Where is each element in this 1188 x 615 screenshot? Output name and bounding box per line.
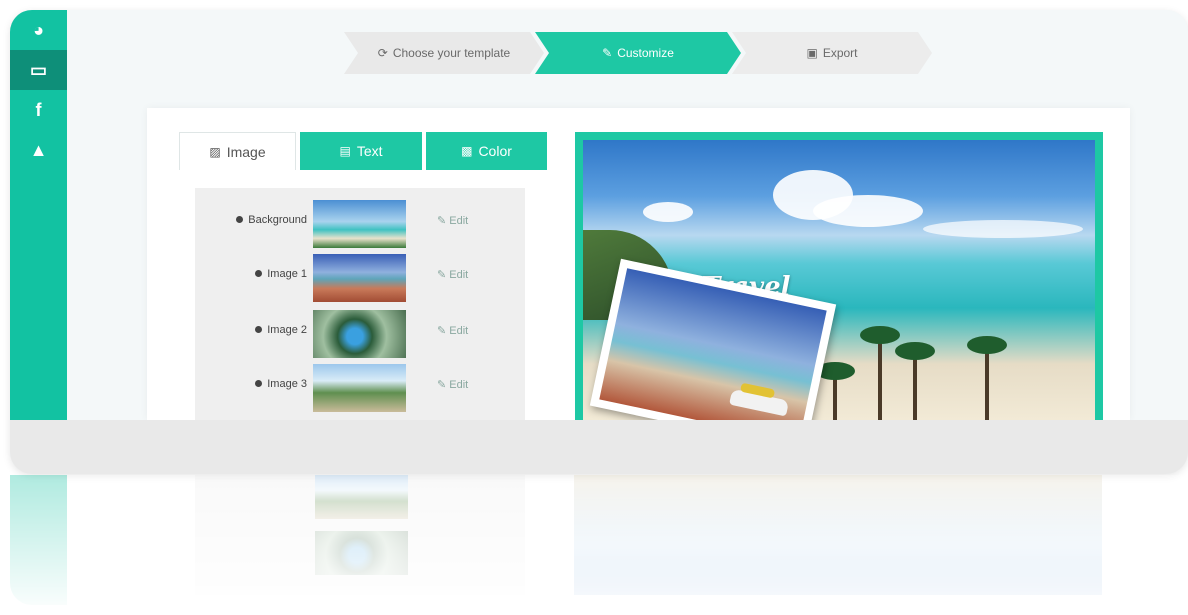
- cloud: [643, 202, 693, 222]
- bullet-icon: [255, 326, 263, 333]
- palm-tree: [815, 362, 855, 420]
- edit-button[interactable]: ✎ Edit: [437, 268, 468, 281]
- graduation-cap-icon: ▲: [29, 139, 48, 160]
- step-label: Choose your template: [392, 46, 511, 60]
- cloud: [923, 220, 1083, 238]
- edit-label: Edit: [449, 325, 469, 337]
- image-row-label: Background: [236, 214, 307, 226]
- main-content: ⟳ Choose your template ✎ Customize ▣ Exp…: [67, 10, 1188, 420]
- app-window: ◕ ▭ f ▲ ⟳ Choose your template ✎ Customi…: [10, 10, 1188, 474]
- reflection: [0, 475, 1188, 615]
- sidebar-item-dashboard[interactable]: ◕: [10, 10, 67, 50]
- sidebar-item-facebook[interactable]: f: [10, 90, 67, 130]
- edit-icon: ✎: [602, 46, 613, 60]
- step-choose-template[interactable]: ⟳ Choose your template: [344, 32, 544, 74]
- image-row-text: Background: [248, 214, 307, 226]
- wizard-steps: ⟳ Choose your template ✎ Customize ▣ Exp…: [339, 32, 939, 74]
- tab-label: Image: [226, 143, 266, 160]
- beach-photo: [599, 268, 827, 420]
- image-thumbnail[interactable]: [313, 254, 406, 302]
- color-icon: ▩: [461, 144, 473, 158]
- image-row-label: Image 1: [255, 268, 307, 280]
- palm-tree: [895, 342, 935, 420]
- image-thumbnail[interactable]: [313, 200, 406, 248]
- image-thumbnail[interactable]: [313, 310, 406, 358]
- step-customize[interactable]: ✎ Customize: [535, 32, 741, 74]
- bullet-icon: [255, 270, 263, 277]
- editor-card: ▨ Image ▤ Text ▩ Color Background ✎ Edit: [147, 108, 1130, 420]
- tab-color[interactable]: ▩ Color: [426, 132, 547, 170]
- jet-ski: [729, 388, 790, 417]
- image-row-text: Image 2: [267, 324, 307, 336]
- image-row-image-1: Image 1 ✎ Edit: [195, 254, 525, 302]
- bullet-icon: [236, 216, 244, 223]
- palm-tree: [860, 326, 900, 420]
- step-export[interactable]: ▣ Export: [732, 32, 932, 74]
- edit-button[interactable]: ✎ Edit: [437, 214, 468, 227]
- reflection-fade: [0, 475, 1188, 615]
- image-row-label: Image 2: [255, 324, 307, 336]
- editor-tabs: ▨ Image ▤ Text ▩ Color: [179, 132, 547, 170]
- laptop-icon: ▭: [29, 59, 47, 80]
- sidebar-item-laptop[interactable]: ▭: [10, 50, 67, 90]
- export-icon: ▣: [806, 46, 818, 60]
- preview-panel: Travel: [575, 132, 1103, 420]
- cloud: [813, 195, 923, 227]
- image-row-image-2: Image 2 ✎ Edit: [195, 310, 525, 358]
- preview-canvas[interactable]: Travel: [583, 140, 1095, 420]
- edit-button[interactable]: ✎ Edit: [437, 378, 468, 391]
- tab-label: Color: [478, 143, 512, 159]
- step-label: Export: [822, 46, 858, 60]
- image-row-text: Image 1: [267, 268, 307, 280]
- tab-text[interactable]: ▤ Text: [300, 132, 422, 170]
- photo-frame[interactable]: [589, 258, 837, 420]
- edit-button[interactable]: ✎ Edit: [437, 324, 468, 337]
- image-row-image-3: Image 3 ✎ Edit: [195, 364, 525, 412]
- tab-label: Text: [356, 143, 383, 159]
- image-icon: ▨: [209, 144, 221, 159]
- edit-label: Edit: [449, 379, 469, 391]
- image-thumbnail[interactable]: [313, 364, 406, 412]
- tab-image[interactable]: ▨ Image: [179, 132, 296, 170]
- image-row-background: Background ✎ Edit: [195, 200, 525, 248]
- template-icon: ⟳: [377, 46, 388, 60]
- text-icon: ▤: [339, 144, 351, 158]
- edit-label: Edit: [449, 269, 469, 281]
- image-row-label: Image 3: [255, 378, 307, 390]
- dashboard-icon: ◕: [33, 19, 44, 40]
- bullet-icon: [255, 380, 263, 387]
- edit-label: Edit: [449, 215, 469, 227]
- palm-tree: [967, 336, 1007, 420]
- step-label: Customize: [617, 46, 674, 60]
- facebook-icon: f: [35, 99, 42, 120]
- image-list: Background ✎ Edit Image 1 ✎ Edit Image 2…: [195, 188, 525, 420]
- sidebar: ◕ ▭ f ▲: [10, 10, 67, 420]
- floor: [10, 420, 1188, 474]
- image-row-text: Image 3: [267, 378, 307, 390]
- sidebar-item-education[interactable]: ▲: [10, 130, 67, 170]
